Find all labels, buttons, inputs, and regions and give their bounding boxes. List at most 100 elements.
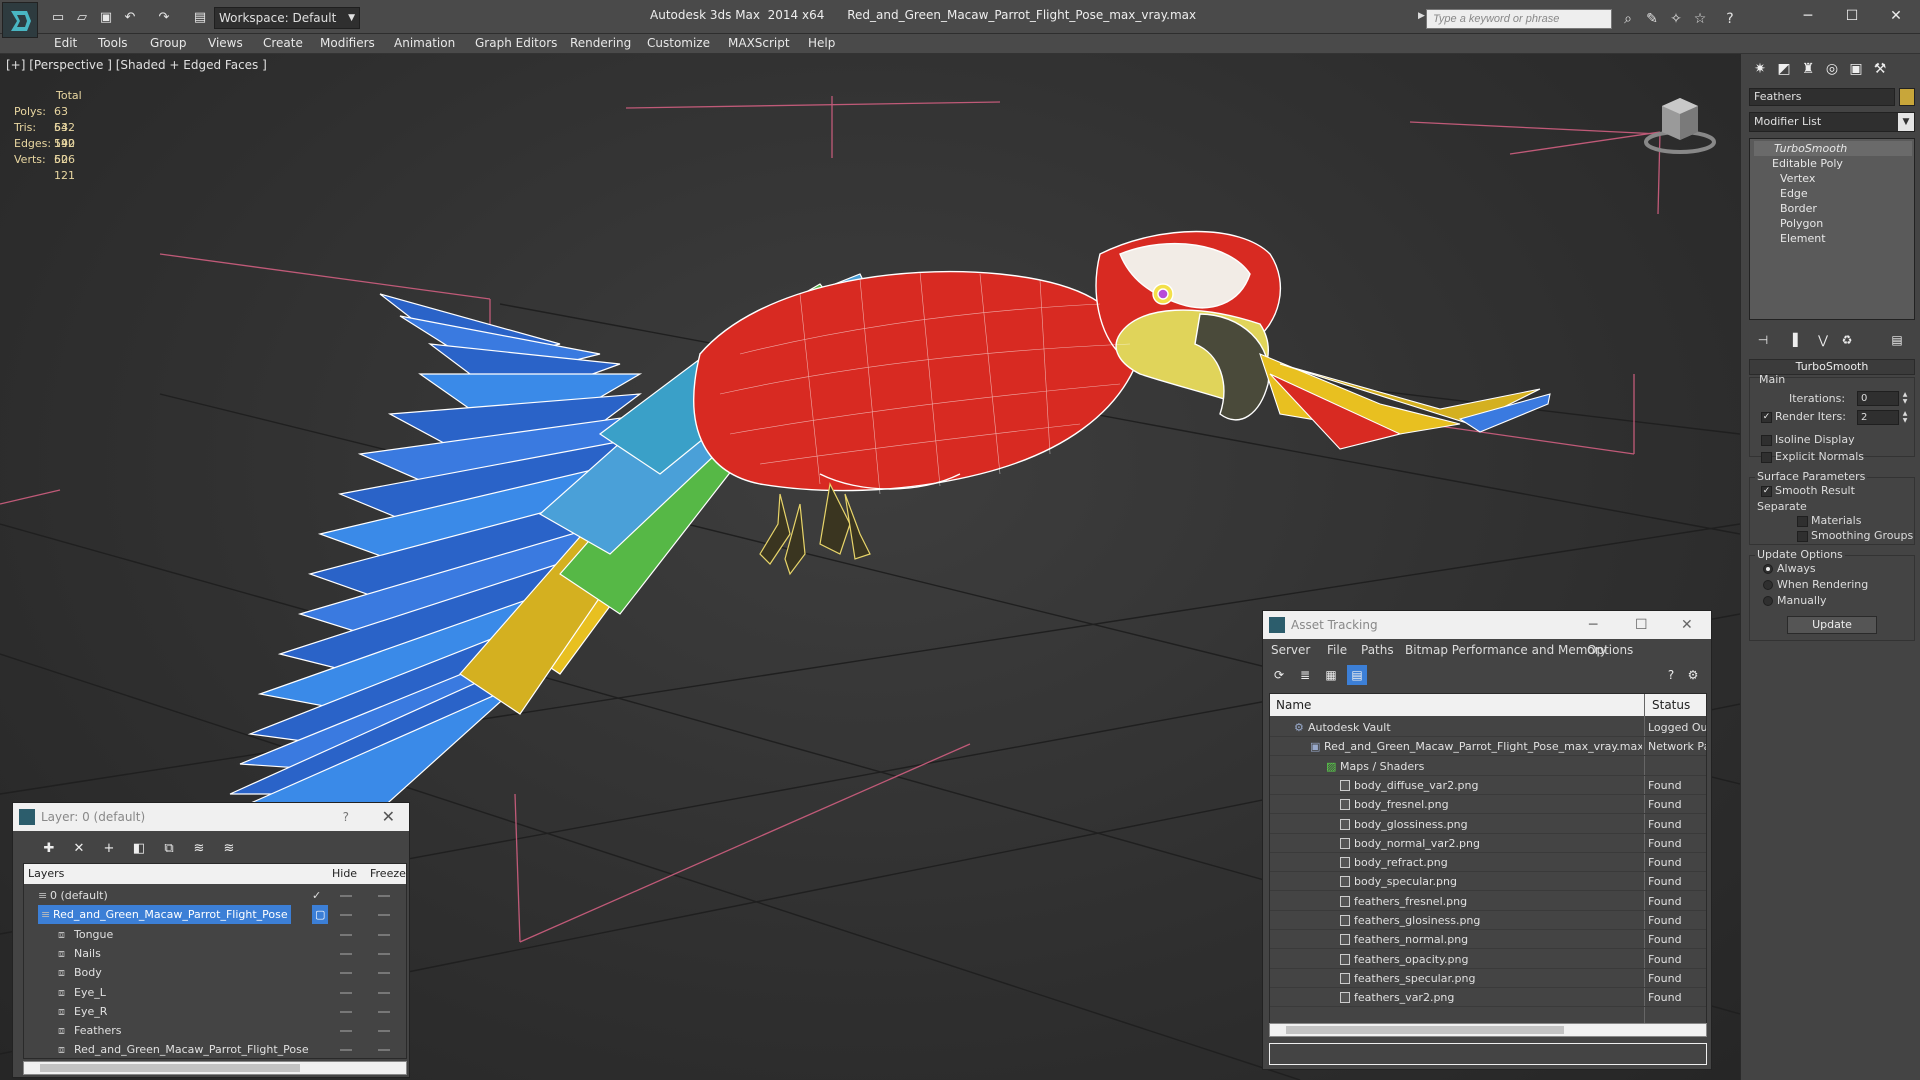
menu-modifiers[interactable]: Modifiers [320, 36, 375, 50]
help-icon[interactable]: ? [1661, 665, 1681, 685]
manually-radio[interactable] [1763, 596, 1773, 606]
motion-tab-icon[interactable]: ◎ [1821, 58, 1843, 80]
modifier-list-dropdown[interactable]: Modifier List ▼ [1749, 112, 1915, 132]
menu-create[interactable]: Create [263, 36, 303, 50]
asset-row[interactable]: feathers_fresnel.png Found [1270, 892, 1706, 911]
layer-row[interactable]: ⧈ Body [24, 963, 406, 982]
object-name-field[interactable]: Feathers [1749, 88, 1895, 106]
when-rendering-radio[interactable] [1763, 580, 1773, 590]
layer-row[interactable]: ≡ 0 (default) ✓ [24, 886, 406, 905]
layer-dialog-titlebar[interactable]: Layer: 0 (default) ? ✕ [13, 803, 409, 831]
freeze-toggle[interactable] [378, 914, 390, 917]
hide-toggle[interactable] [340, 895, 352, 897]
asset-row[interactable]: body_normal_var2.png Found [1270, 834, 1706, 853]
layers-column-header[interactable]: Layers [28, 867, 64, 880]
close-icon[interactable]: ✕ [1681, 611, 1693, 639]
freeze-toggle[interactable] [378, 1030, 390, 1033]
list-view-icon[interactable]: ≣ [1295, 665, 1315, 685]
highlight-layer-icon[interactable]: ⧉ [159, 839, 179, 859]
menu-group[interactable]: Group [150, 36, 187, 50]
asset-row[interactable]: body_specular.png Found [1270, 872, 1706, 892]
spinner-arrows-icon[interactable]: ▲ ▼ [1901, 391, 1909, 406]
tree-view-icon[interactable]: ▦ [1321, 665, 1341, 685]
menu-bitmap-performance[interactable]: Bitmap Performance and Memory [1405, 643, 1607, 657]
asset-row[interactable]: feathers_specular.png Found [1270, 969, 1706, 988]
freeze-toggle[interactable] [378, 1049, 390, 1052]
hide-column-header[interactable]: Hide [332, 867, 357, 880]
asset-row[interactable]: feathers_normal.png Found [1270, 930, 1706, 950]
asset-dialog-titlebar[interactable]: Asset Tracking ─ ☐ ✕ [1263, 611, 1711, 639]
materials-checkbox[interactable] [1797, 516, 1808, 527]
expand-arrow-icon[interactable]: ▶ [1418, 11, 1426, 27]
layer-row[interactable]: ⧈ Tongue [24, 925, 406, 944]
stack-item-vertex[interactable]: Vertex [1780, 171, 1815, 186]
subscription-icon[interactable]: ✎ [1642, 10, 1662, 28]
scroll-thumb[interactable] [40, 1064, 300, 1072]
table-view-icon[interactable]: ▤ [1347, 665, 1367, 685]
layer-row[interactable]: ⧈ Red_and_Green_Macaw_Parrot_Flight_Pose [24, 1040, 406, 1058]
display-tab-icon[interactable]: ▣ [1845, 58, 1867, 80]
scroll-thumb[interactable] [1286, 1026, 1564, 1034]
horizontal-scrollbar[interactable] [1269, 1023, 1707, 1037]
hide-toggle[interactable] [340, 972, 352, 975]
menu-customize[interactable]: Customize [647, 36, 710, 50]
viewport-label[interactable]: [+] [Perspective ] [Shaded + Edged Faces… [6, 58, 267, 72]
hide-toggle[interactable] [340, 991, 352, 994]
isoline-checkbox[interactable] [1761, 435, 1772, 446]
layer-row[interactable]: ⧈ Eye_L [24, 983, 406, 1002]
menu-edit[interactable]: Edit [54, 36, 77, 50]
help-icon[interactable]: ? [1720, 10, 1740, 28]
always-radio[interactable] [1763, 564, 1773, 574]
add-to-layer-icon[interactable]: + [99, 839, 119, 859]
asset-row[interactable]: feathers_opacity.png Found [1270, 950, 1706, 969]
search-input[interactable] [1426, 9, 1612, 29]
freeze-toggle[interactable] [378, 1010, 390, 1013]
close-icon[interactable]: ✕ [382, 803, 395, 831]
freeze-toggle[interactable] [378, 952, 390, 955]
create-layer-icon[interactable]: ✚ [39, 839, 59, 859]
hide-toggle[interactable] [340, 914, 352, 917]
menu-views[interactable]: Views [208, 36, 243, 50]
stack-item-polygon[interactable]: Polygon [1780, 216, 1823, 231]
iterations-spinner[interactable]: 0 [1857, 391, 1899, 406]
render-iters-checkbox[interactable]: ✓ [1761, 412, 1772, 423]
hide-toggle[interactable] [340, 1030, 352, 1033]
layer-row[interactable]: ⧈ Nails [24, 944, 406, 963]
delete-layer-icon[interactable]: ✕ [69, 839, 89, 859]
show-end-result-icon[interactable]: ▐ [1783, 330, 1803, 350]
menu-file[interactable]: File [1327, 643, 1347, 657]
hide-toggle[interactable] [340, 1049, 352, 1052]
menu-server[interactable]: Server [1271, 643, 1310, 657]
asset-row[interactable]: body_glossiness.png Found [1270, 815, 1706, 834]
hide-all-icon[interactable]: ≋ [189, 839, 209, 859]
redo-icon[interactable]: ↷ [154, 8, 174, 26]
options-icon[interactable]: ⚙ [1683, 665, 1703, 685]
object-color-swatch[interactable] [1899, 88, 1915, 106]
set-current-layer-icon[interactable]: ▢ [312, 905, 329, 925]
asset-row[interactable]: ▨ Maps / Shaders [1270, 757, 1706, 776]
freeze-toggle[interactable] [378, 933, 390, 936]
asset-row[interactable]: body_fresnel.png Found [1270, 795, 1706, 815]
update-button[interactable]: Update [1787, 616, 1877, 634]
make-unique-icon[interactable]: ⋁ [1813, 330, 1833, 350]
stack-item-border[interactable]: Border [1780, 201, 1817, 216]
hide-toggle[interactable] [340, 952, 352, 955]
new-file-icon[interactable]: ▭ [48, 8, 68, 26]
save-file-icon[interactable]: ▣ [96, 8, 116, 26]
freeze-toggle[interactable] [378, 972, 390, 975]
status-column-header[interactable]: Status [1652, 698, 1690, 712]
workspace-dropdown[interactable]: Workspace: Default ▼ [214, 7, 360, 29]
asset-row[interactable]: body_diffuse_var2.png Found [1270, 776, 1706, 795]
refresh-icon[interactable]: ⟳ [1269, 665, 1289, 685]
minimize-icon[interactable]: ─ [1786, 4, 1830, 28]
freeze-toggle[interactable] [378, 991, 390, 994]
stack-item-element[interactable]: Element [1780, 231, 1826, 246]
asset-row[interactable]: feathers_var2.png Found [1270, 988, 1706, 1008]
explicit-normals-checkbox[interactable] [1761, 452, 1772, 463]
stack-item-turbosmooth[interactable]: TurboSmooth [1754, 141, 1912, 156]
layer-row[interactable]: ⧈ Feathers [24, 1021, 406, 1040]
minimize-icon[interactable]: ─ [1589, 611, 1597, 639]
hide-toggle[interactable] [340, 933, 352, 936]
menu-options[interactable]: Options [1587, 643, 1633, 657]
menu-rendering[interactable]: Rendering [570, 36, 631, 50]
